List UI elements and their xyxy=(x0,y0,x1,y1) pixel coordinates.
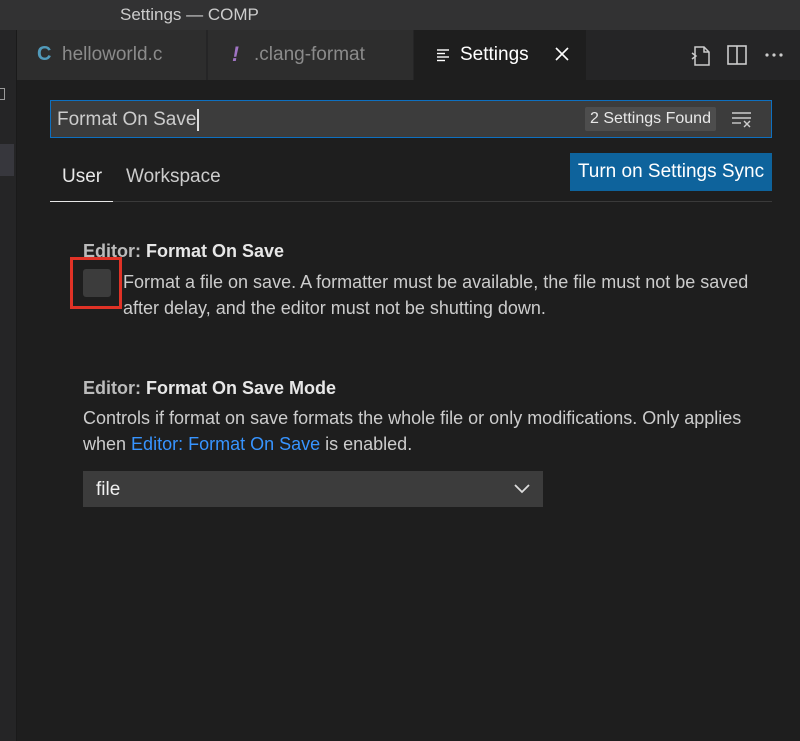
setting-name: Format On Save xyxy=(146,241,285,261)
format-on-save-link[interactable]: Editor: Format On Save xyxy=(131,434,320,454)
side-bar-selection[interactable] xyxy=(0,144,14,176)
clear-filter-icon[interactable] xyxy=(731,109,753,134)
chevron-down-icon xyxy=(513,479,531,503)
tab-user[interactable]: User xyxy=(49,166,114,202)
tab-workspace[interactable]: Workspace xyxy=(126,166,221,188)
turn-on-settings-sync-button[interactable]: Turn on Settings Sync xyxy=(570,153,772,191)
c-file-icon: C xyxy=(37,43,52,65)
selected-value: file xyxy=(96,479,121,500)
format-on-save-mode-select[interactable]: file xyxy=(83,471,543,507)
setting-name: Format On Save Mode xyxy=(146,378,337,398)
more-actions-icon[interactable] xyxy=(764,44,784,71)
split-editor-icon[interactable] xyxy=(727,44,747,71)
annotation-highlight-box xyxy=(70,257,122,309)
settings-editor-icon xyxy=(436,46,450,68)
tab-label: Settings xyxy=(460,44,529,65)
title-bar: Settings — COMP xyxy=(0,0,800,30)
setting-title-format-on-save-mode: Editor: Format On Save Mode xyxy=(83,378,336,399)
results-count-badge: 2 Settings Found xyxy=(585,107,716,131)
side-bar-edge xyxy=(0,30,17,741)
tab-helloworld-c[interactable]: C helloworld.c xyxy=(17,30,207,80)
tab-settings[interactable]: Settings xyxy=(414,30,586,80)
open-settings-json-icon[interactable] xyxy=(689,44,713,73)
tab-label: helloworld.c xyxy=(62,44,163,65)
close-tab-icon[interactable] xyxy=(554,46,570,68)
config-file-icon: ! xyxy=(232,43,239,66)
description-text: is enabled. xyxy=(320,434,413,454)
setting-category: Editor: xyxy=(83,378,146,398)
editor-tab-bar: C helloworld.c ! .clang-format Settings xyxy=(17,30,800,80)
tab-clang-format[interactable]: ! .clang-format xyxy=(208,30,413,80)
tab-label: .clang-format xyxy=(254,44,365,65)
search-query[interactable]: Format On Save xyxy=(57,109,200,131)
window-title: Settings — COMP xyxy=(120,5,259,24)
setting-description: Format a file on save. A formatter must … xyxy=(123,272,749,318)
setting-description: Controls if format on save formats the w… xyxy=(83,405,763,457)
settings-search-input[interactable]: Format On Save 2 Settings Found xyxy=(50,100,772,138)
side-bar-icon-fragment xyxy=(0,88,5,100)
